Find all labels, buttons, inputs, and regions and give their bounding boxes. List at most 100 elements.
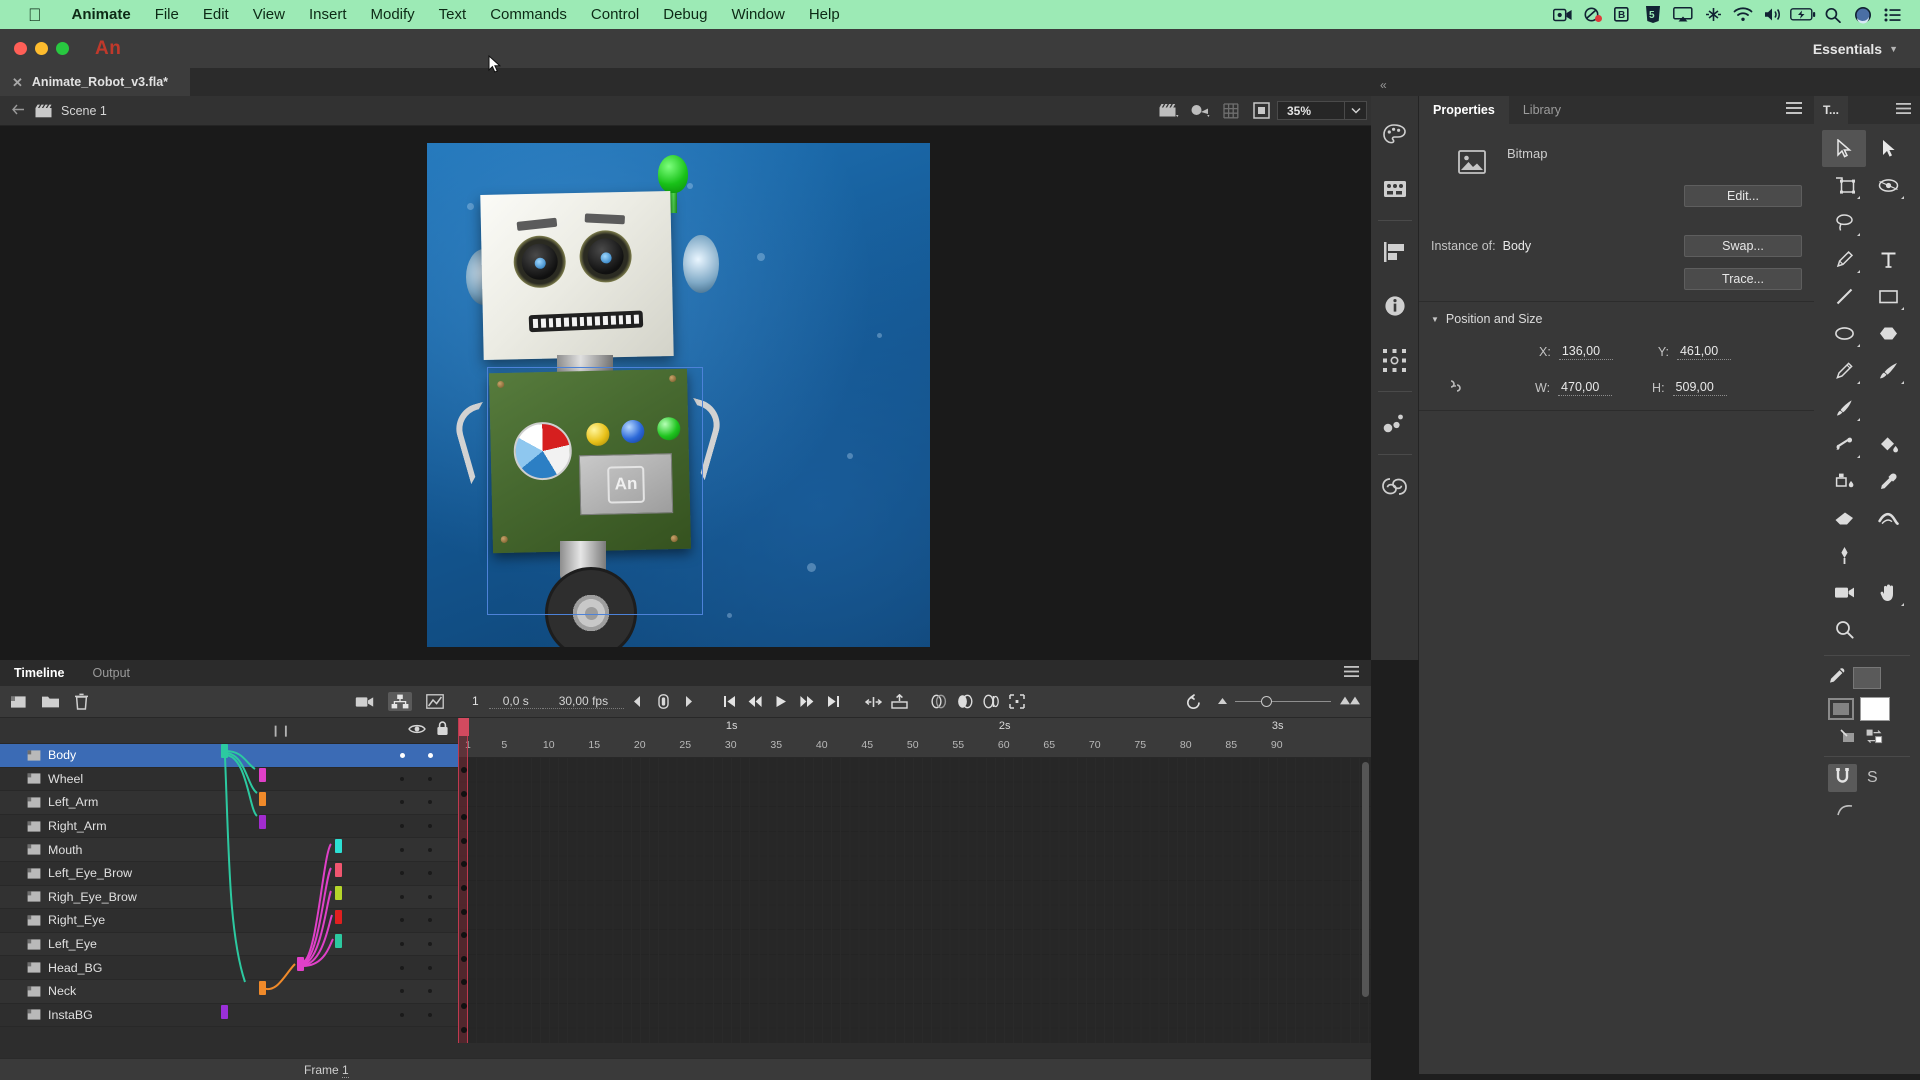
menu-item-commands[interactable]: Commands — [478, 0, 579, 29]
layer-lock-toggle[interactable] — [428, 753, 433, 758]
edit-button[interactable]: Edit... — [1684, 185, 1802, 207]
go-to-last-icon[interactable] — [820, 686, 846, 718]
parenting-node-instabg[interactable] — [221, 1005, 228, 1019]
html5-icon[interactable]: 5 — [1638, 0, 1668, 29]
layer-lock-toggle[interactable] — [428, 800, 432, 804]
new-folder-icon[interactable] — [41, 694, 60, 709]
onion-small-icon[interactable] — [1210, 693, 1235, 711]
components-icon[interactable] — [1371, 396, 1419, 450]
selection-tool[interactable] — [1822, 130, 1866, 167]
snap-to-objects-icon[interactable] — [1828, 764, 1857, 792]
layer-lock-toggle[interactable] — [428, 918, 432, 922]
parenting-node-mouth[interactable] — [335, 839, 342, 853]
stroke-color-icon[interactable] — [1828, 667, 1847, 689]
creative-cloud-icon[interactable] — [1371, 459, 1419, 513]
delete-layer-icon[interactable] — [74, 693, 89, 710]
pause-parenting-icon[interactable]: ❙❙ — [271, 724, 291, 737]
fill-color-frame[interactable] — [1828, 698, 1854, 720]
graph-editor-icon[interactable] — [426, 694, 444, 709]
grid-icon[interactable] — [1215, 96, 1246, 126]
y-value-field[interactable]: 461,00 — [1677, 344, 1731, 360]
layer-lock-toggle[interactable] — [428, 848, 432, 852]
align-icon[interactable] — [1371, 225, 1419, 279]
keyframe-marker[interactable] — [461, 1003, 467, 1009]
timeline-vertical-scrollbar[interactable] — [1362, 762, 1369, 997]
menu-item-window[interactable]: Window — [719, 0, 796, 29]
paint-bucket-tool[interactable] — [1866, 426, 1910, 463]
current-frame-value[interactable]: 1 — [458, 694, 489, 709]
zoom-control[interactable]: 35% — [1277, 101, 1367, 120]
no-color-icon[interactable] — [1840, 729, 1857, 749]
menu-item-edit[interactable]: Edit — [191, 0, 241, 29]
keyframe-marker[interactable] — [461, 1027, 467, 1033]
layer-visibility-toggle[interactable] — [400, 753, 405, 758]
tab-library[interactable]: Library — [1509, 96, 1575, 124]
bluetooth-transfer-icon[interactable] — [1698, 0, 1728, 29]
layer-lock-toggle[interactable] — [428, 966, 432, 970]
camera-layer-icon[interactable] — [355, 695, 374, 709]
line-tool[interactable] — [1822, 278, 1866, 315]
spotlight-search-icon[interactable] — [1818, 0, 1848, 29]
keyframe-marker[interactable] — [461, 979, 467, 985]
close-icon[interactable]: ✕ — [12, 76, 23, 89]
smooth-icon[interactable]: S — [1867, 769, 1878, 787]
siri-icon[interactable] — [1848, 0, 1878, 29]
elapsed-time-value[interactable]: 0,0 s — [489, 694, 543, 709]
layer-visibility-toggle[interactable] — [400, 800, 404, 804]
wifi-icon[interactable] — [1728, 0, 1758, 29]
layer-lock-toggle[interactable] — [428, 1013, 432, 1017]
panel-menu-icon[interactable] — [1896, 101, 1920, 119]
loop-next-icon[interactable] — [676, 686, 702, 718]
play-icon[interactable] — [768, 686, 794, 718]
edit-multiple-icon[interactable] — [978, 686, 1004, 718]
layer-lock-toggle[interactable] — [428, 942, 432, 946]
layer-visibility-toggle[interactable] — [400, 1013, 404, 1017]
layer-lock-toggle[interactable] — [428, 777, 432, 781]
menu-item-view[interactable]: View — [241, 0, 297, 29]
reset-timeline-icon[interactable] — [1180, 686, 1206, 718]
go-to-first-icon[interactable] — [716, 686, 742, 718]
keyframe-marker[interactable] — [461, 861, 467, 867]
onion-skin-icon[interactable] — [926, 686, 952, 718]
stage[interactable]: An — [427, 143, 930, 647]
modify-markers-icon[interactable] — [1004, 686, 1030, 718]
back-arrow-icon[interactable] — [0, 102, 35, 120]
menu-item-control[interactable]: Control — [579, 0, 651, 29]
layer-parenting-icon[interactable] — [388, 692, 412, 711]
menu-item-file[interactable]: File — [143, 0, 191, 29]
menu-item-text[interactable]: Text — [427, 0, 479, 29]
menu-item-modify[interactable]: Modify — [358, 0, 426, 29]
parenting-node-head_bg[interactable] — [297, 957, 304, 971]
eye-icon[interactable] — [408, 722, 426, 740]
keyframe-marker[interactable] — [461, 791, 467, 797]
slider-track[interactable] — [1235, 701, 1331, 702]
polystar-tool[interactable] — [1866, 315, 1910, 352]
color-swatches-icon[interactable] — [1371, 162, 1419, 216]
camera-record-icon[interactable] — [1578, 0, 1608, 29]
fill-color-swatch[interactable] — [1860, 697, 1890, 721]
parenting-node-body[interactable] — [221, 744, 228, 758]
collapse-panels-icon[interactable]: « — [1380, 78, 1387, 92]
timeline-ruler[interactable]: 1s2s3s1510152025303540455055606570758085… — [458, 718, 1371, 758]
symbol-edit-icon[interactable] — [1184, 96, 1215, 126]
position-size-header[interactable]: ▼ Position and Size — [1431, 312, 1802, 326]
stage-center-icon[interactable] — [1246, 96, 1277, 126]
parenting-node-right_eye[interactable] — [335, 910, 342, 924]
document-tab[interactable]: ✕ Animate_Robot_v3.fla* — [0, 68, 190, 96]
layer-visibility-toggle[interactable] — [400, 848, 404, 852]
camera-tool[interactable] — [1822, 574, 1866, 611]
frame-size-slider[interactable] — [1210, 693, 1371, 711]
w-value-field[interactable]: 470,00 — [1558, 380, 1612, 396]
layer-visibility-toggle[interactable] — [400, 871, 404, 875]
step-back-icon[interactable] — [742, 686, 768, 718]
parenting-node-wheel[interactable] — [259, 768, 266, 782]
window-close-button[interactable] — [14, 42, 27, 55]
layer-visibility-toggle[interactable] — [400, 989, 404, 993]
layer-lock-toggle[interactable] — [428, 824, 432, 828]
menu-item-help[interactable]: Help — [797, 0, 852, 29]
keyframe-marker[interactable] — [461, 767, 467, 773]
canvas-area[interactable]: An — [0, 126, 1371, 660]
menu-item-animate[interactable]: Animate — [60, 0, 143, 29]
straighten-icon[interactable] — [1836, 805, 1854, 822]
menu-item-insert[interactable]: Insert — [297, 0, 359, 29]
